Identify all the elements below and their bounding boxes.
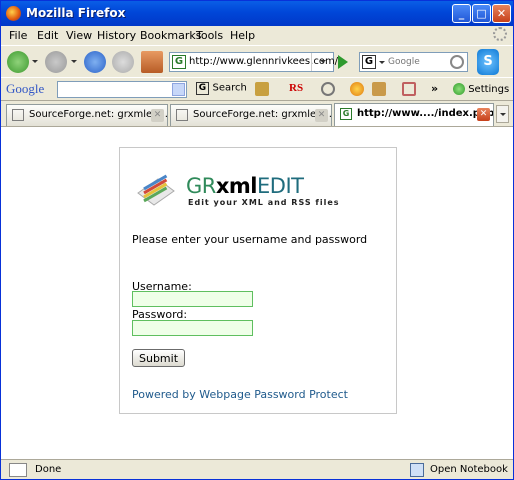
google-settings-button[interactable]: Settings <box>453 83 509 95</box>
username-field[interactable] <box>132 291 253 307</box>
skype-icon[interactable]: S <box>477 49 499 75</box>
brand-gr: GR <box>186 174 216 198</box>
password-field[interactable] <box>132 320 253 336</box>
google-search-label: Search <box>212 82 247 94</box>
login-prompt: Please enter your username and password <box>132 233 368 246</box>
close-tab-icon[interactable]: ✕ <box>477 108 490 121</box>
brand-title: GRxmlEDIT <box>186 174 304 198</box>
autolink-icon[interactable] <box>350 82 364 96</box>
powered-by-link[interactable]: Powered by Webpage Password Protect <box>132 388 348 401</box>
menu-view[interactable]: View <box>66 29 92 42</box>
settings-ball-icon <box>453 83 465 95</box>
tab-sourceforge-1[interactable]: SourceForge.net: grxmledi… ✕ <box>6 104 168 126</box>
login-panel: GRxmlEDIT Edit your XML and RSS files Pl… <box>119 147 397 414</box>
google-engine-icon: G <box>362 55 376 69</box>
window-title: Mozilla Firefox <box>26 6 126 20</box>
tab-label: SourceForge.net: grxmledi… <box>29 109 168 120</box>
navigation-toolbar: G http://www.glennrivkees.com/ G S <box>1 45 513 77</box>
home-icon[interactable] <box>141 51 163 73</box>
page-favicon-icon <box>176 109 188 121</box>
firefox-icon <box>6 6 21 21</box>
page-favicon-icon <box>12 109 24 121</box>
status-text: Done <box>35 464 62 475</box>
more-chevron-icon[interactable]: » <box>431 82 445 96</box>
settings-label: Settings <box>468 84 510 95</box>
maximize-button[interactable]: □ <box>472 4 491 23</box>
menu-bar: File Edit View History Bookmarks Tools H… <box>1 26 513 45</box>
rss-icon[interactable]: RS <box>289 82 303 96</box>
page-status-icon <box>9 463 27 477</box>
menu-history[interactable]: History <box>97 29 136 42</box>
throbber-icon <box>493 27 507 41</box>
tab-index-php[interactable]: G http://www..../index.php ✕ <box>334 103 494 127</box>
brand-xml: xml <box>215 174 258 198</box>
menu-bookmarks[interactable]: Bookmarks <box>140 29 201 42</box>
chevron-down-icon <box>500 113 506 116</box>
go-arrow-icon[interactable] <box>338 55 348 69</box>
tab-sourceforge-2[interactable]: SourceForge.net: grxmledi… ✕ <box>170 104 332 126</box>
url-bar[interactable]: G http://www.glennrivkees.com/ <box>169 52 338 72</box>
spellcheck-icon[interactable] <box>321 82 335 96</box>
gmail-icon[interactable] <box>402 82 416 96</box>
site-favicon-icon: G <box>172 55 186 69</box>
brand-edit: EDIT <box>257 174 304 198</box>
menu-help[interactable]: Help <box>230 29 255 42</box>
search-box <box>386 52 468 72</box>
search-icon[interactable] <box>450 55 464 69</box>
back-arrow-icon[interactable] <box>7 51 29 73</box>
brand-tagline: Edit your XML and RSS files <box>188 198 340 207</box>
tab-list-button[interactable] <box>496 105 509 123</box>
chevron-down-icon <box>379 61 385 64</box>
open-notebook-button[interactable]: Open Notebook <box>430 464 508 475</box>
minimize-button[interactable]: _ <box>452 4 471 23</box>
menu-file[interactable]: File <box>9 29 27 42</box>
google-toolbar: Google G Search RS » Settings <box>1 77 513 100</box>
back-history-arrow-icon[interactable] <box>32 60 38 63</box>
menu-edit[interactable]: Edit <box>37 29 58 42</box>
title-bar[interactable]: Mozilla Firefox _ □ ✕ <box>1 1 513 26</box>
chevron-down-icon[interactable] <box>172 83 185 96</box>
stop-icon[interactable] <box>112 51 134 73</box>
tab-label: SourceForge.net: grxmledi… <box>193 109 332 120</box>
menu-tools[interactable]: Tools <box>196 29 223 42</box>
tab-bar: SourceForge.net: grxmledi… ✕ SourceForge… <box>1 100 513 127</box>
google-g-icon: G <box>196 81 209 95</box>
google-search-button[interactable]: G Search <box>196 81 247 98</box>
close-tab-icon[interactable]: ✕ <box>315 109 328 122</box>
tab-label: http://www..../index.php <box>357 108 494 119</box>
page-content: GRxmlEDIT Edit your XML and RSS files Pl… <box>1 126 513 459</box>
search-input[interactable] <box>388 55 446 69</box>
url-history-dropdown[interactable] <box>311 53 333 71</box>
forward-history-arrow-icon[interactable] <box>71 60 77 63</box>
close-tab-icon[interactable]: ✕ <box>151 109 164 122</box>
grxmledit-logo-icon <box>137 174 175 206</box>
grxmledit-favicon-icon: G <box>340 108 352 120</box>
google-logo[interactable]: Google <box>6 81 44 97</box>
reload-icon[interactable] <box>84 51 106 73</box>
close-button[interactable]: ✕ <box>492 4 511 23</box>
status-bar: Done Open Notebook <box>1 459 513 479</box>
submit-button[interactable]: Submit <box>132 349 185 367</box>
pagerank-icon[interactable] <box>255 82 269 96</box>
notebook-icon[interactable] <box>410 463 424 477</box>
search-engine-selector[interactable]: G <box>359 52 387 72</box>
chevron-down-icon <box>320 60 326 63</box>
browser-window: Mozilla Firefox _ □ ✕ File Edit View His… <box>0 0 514 480</box>
google-search-field[interactable] <box>57 81 187 98</box>
autofill-icon[interactable] <box>372 82 386 96</box>
forward-arrow-icon[interactable] <box>45 51 67 73</box>
